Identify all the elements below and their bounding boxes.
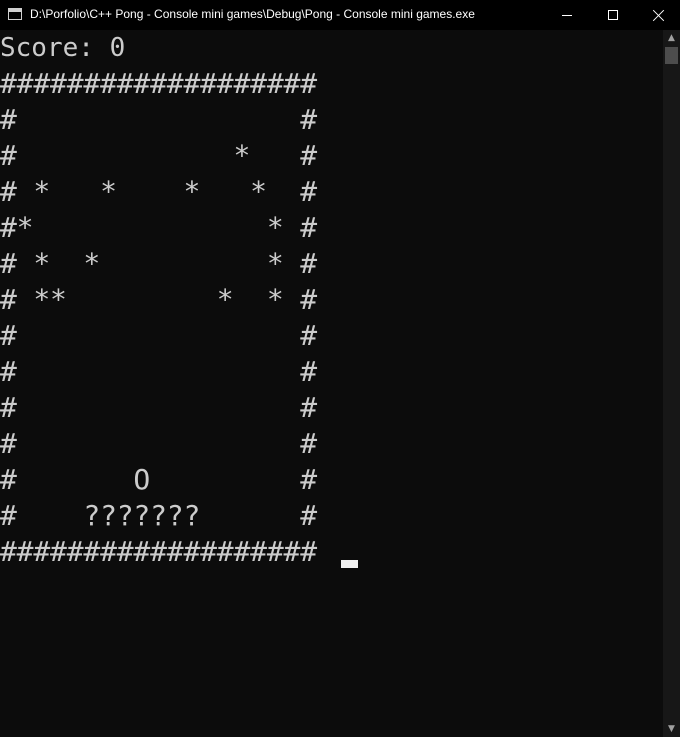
console-app-icon[interactable] xyxy=(8,8,22,20)
board-row: ################### xyxy=(0,67,317,100)
maximize-button[interactable] xyxy=(590,0,636,30)
board-row: ################### xyxy=(0,535,317,568)
board-row-ball: # O # xyxy=(0,463,317,496)
scroll-down-arrow-icon[interactable]: ▼ xyxy=(663,721,680,737)
scroll-up-arrow-icon[interactable]: ▲ xyxy=(663,30,680,46)
board-row: #* * # xyxy=(0,211,317,244)
console-window: D:\Porfolio\C++ Pong - Console mini game… xyxy=(0,0,680,737)
board-row: # ** * * # xyxy=(0,283,317,316)
board-row: # # xyxy=(0,391,317,424)
board-row: # # xyxy=(0,355,317,388)
title-bar[interactable]: D:\Porfolio\C++ Pong - Console mini game… xyxy=(0,0,680,30)
board-row: # # xyxy=(0,319,317,352)
console-output[interactable]: Score: 0 ################### # # # * # #… xyxy=(0,30,663,737)
board-row: # * * * * # xyxy=(0,175,317,208)
score-label: Score: 0 xyxy=(0,33,126,63)
minimize-icon xyxy=(562,14,572,16)
window-title: D:\Porfolio\C++ Pong - Console mini game… xyxy=(30,7,475,21)
minimize-button[interactable] xyxy=(544,0,590,30)
game-board: ################### # # # * # # * * * * … xyxy=(0,66,317,570)
vertical-scrollbar[interactable]: ▲ ▼ xyxy=(663,30,680,737)
board-row: # * * * # xyxy=(0,247,317,280)
close-icon xyxy=(653,9,665,21)
board-row: # * # xyxy=(0,139,317,172)
board-row-paddle: # ??????? # xyxy=(0,499,317,532)
maximize-icon xyxy=(608,10,618,20)
board-row: # # xyxy=(0,427,317,460)
scroll-thumb[interactable] xyxy=(665,47,678,64)
close-button[interactable] xyxy=(636,0,680,30)
text-cursor xyxy=(341,560,358,568)
board-row: # # xyxy=(0,103,317,136)
